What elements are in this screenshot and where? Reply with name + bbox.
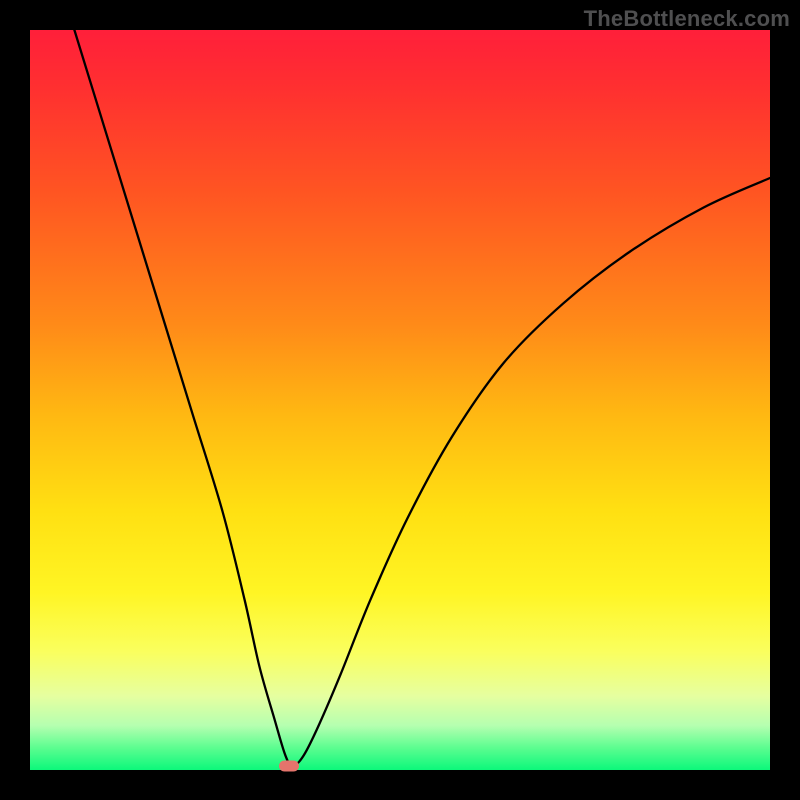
optimal-point-marker	[279, 761, 299, 772]
bottleneck-curve	[30, 30, 770, 770]
watermark-text: TheBottleneck.com	[584, 6, 790, 32]
chart-container: TheBottleneck.com	[0, 0, 800, 800]
plot-area	[30, 30, 770, 770]
